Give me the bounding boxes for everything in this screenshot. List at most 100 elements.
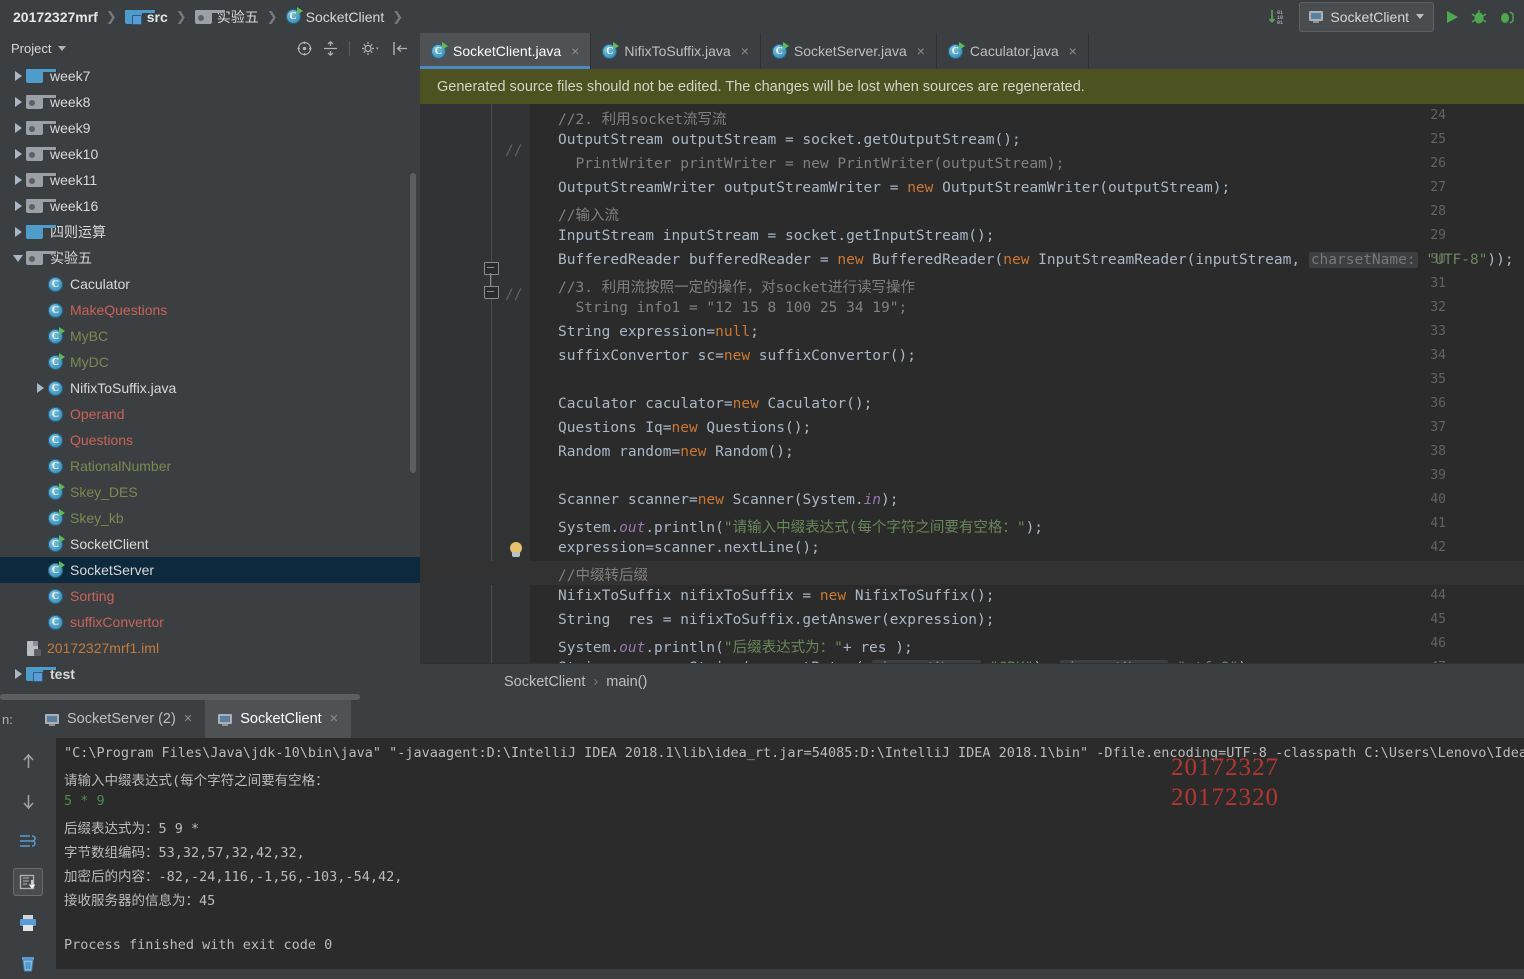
chevron-down-icon[interactable] bbox=[58, 45, 67, 51]
console-output[interactable]: "C:\Program Files\Java\jdk-10\bin\java" … bbox=[56, 738, 1524, 969]
console-tab-socketserver-2-[interactable]: SocketServer (2) × bbox=[32, 700, 205, 738]
sort-number-icon[interactable]: 01 10 01 bbox=[1268, 8, 1290, 26]
down-arrow-icon[interactable] bbox=[14, 788, 42, 814]
code-line[interactable]: //3. 利用流按照一定的操作，对socket进行读写操作 bbox=[558, 276, 915, 297]
project-tree-vertical-scrollbar[interactable] bbox=[410, 173, 416, 473]
chevron-right-icon[interactable] bbox=[10, 123, 26, 133]
editor-tab-socketserver-java[interactable]: SocketServer.java × bbox=[761, 33, 937, 69]
up-arrow-icon[interactable] bbox=[14, 748, 42, 774]
editor-tab-caculator-java[interactable]: Caculator.java × bbox=[937, 33, 1089, 69]
code-line[interactable]: NifixToSuffix nifixToSuffix = new NifixT… bbox=[558, 588, 995, 604]
editor-gutter[interactable] bbox=[420, 104, 530, 700]
tree-item-week9[interactable]: week9 bbox=[0, 115, 420, 141]
code-line[interactable]: //输入流 bbox=[558, 204, 619, 225]
chevron-right-icon[interactable] bbox=[10, 71, 26, 81]
chevron-right-icon[interactable] bbox=[10, 97, 26, 107]
tree-item-[interactable]: 四则运算 bbox=[0, 219, 420, 245]
breadcrumb-item-project[interactable]: 20172327mrf bbox=[10, 7, 101, 27]
code-line[interactable]: String info1 = "12 15 8 100 25 34 19"; bbox=[558, 300, 907, 316]
close-icon[interactable]: × bbox=[917, 43, 925, 59]
code-lines[interactable]: //2. 利用socket流写流 OutputStream outputStrea… bbox=[420, 104, 1524, 700]
debug-icon[interactable] bbox=[1470, 8, 1488, 26]
intention-bulb-icon[interactable] bbox=[508, 542, 524, 559]
print-icon[interactable] bbox=[14, 910, 42, 936]
close-icon[interactable]: × bbox=[1069, 43, 1077, 59]
breadcrumb-item-src[interactable]: src bbox=[122, 7, 171, 27]
code-line[interactable]: Caculator caculator=new Caculator(); bbox=[558, 396, 872, 412]
code-line[interactable]: String expression=null; bbox=[558, 324, 759, 340]
tree-item-skey_des[interactable]: Skey_DES bbox=[0, 479, 420, 505]
scroll-to-end-icon[interactable] bbox=[13, 868, 43, 896]
code-line[interactable]: System.out.println("请输入中缀表达式(每个字符之间要有空格：… bbox=[558, 516, 1043, 537]
tree-item-week10[interactable]: week10 bbox=[0, 141, 420, 167]
tree-item-skey_kb[interactable]: Skey_kb bbox=[0, 505, 420, 531]
chevron-right-icon[interactable] bbox=[32, 383, 48, 393]
tree-item-week11[interactable]: week11 bbox=[0, 167, 420, 193]
tree-item-socketserver[interactable]: SocketServer bbox=[0, 557, 420, 583]
code-line[interactable]: //2. 利用socket流写流 bbox=[558, 108, 727, 129]
close-icon[interactable]: × bbox=[571, 43, 579, 59]
code-line[interactable]: Random random=new Random(); bbox=[558, 444, 794, 460]
tree-item-suffixconvertor[interactable]: suffixConvertor bbox=[0, 609, 420, 635]
code-line[interactable]: Scanner scanner=new Scanner(System.in); bbox=[558, 492, 899, 508]
run-icon[interactable] bbox=[1443, 8, 1461, 26]
tree-item-nifixtosuffixjava[interactable]: NifixToSuffix.java bbox=[0, 375, 420, 401]
code-line[interactable]: OutputStreamWriter outputStreamWriter = … bbox=[558, 180, 1230, 196]
tree-item-mybc[interactable]: MyBC bbox=[0, 323, 420, 349]
editor-area: SocketClient.java×NifixToSuffix.java×Soc… bbox=[420, 33, 1524, 700]
tree-item-questions[interactable]: Questions bbox=[0, 427, 420, 453]
breadcrumb-class[interactable]: SocketClient bbox=[504, 674, 585, 690]
code-line[interactable]: PrintWriter printWriter = new PrintWrite… bbox=[558, 156, 1064, 172]
tree-item-sorting[interactable]: Sorting bbox=[0, 583, 420, 609]
close-icon[interactable]: × bbox=[330, 711, 338, 727]
soft-wrap-icon[interactable] bbox=[14, 828, 42, 854]
chevron-right-icon[interactable] bbox=[10, 149, 26, 159]
tree-item-test[interactable]: test bbox=[0, 661, 420, 687]
tree-item-week16[interactable]: week16 bbox=[0, 193, 420, 219]
project-tree[interactable]: week7 week8 week9 week10 week11 week16 四则运算 实验五… bbox=[0, 63, 420, 688]
code-viewport[interactable]: 2425262728293031323334353637383940414243… bbox=[420, 104, 1524, 700]
console-tab-socketclient[interactable]: SocketClient × bbox=[205, 700, 352, 738]
chevron-down-icon[interactable] bbox=[10, 254, 26, 262]
collapse-all-icon[interactable] bbox=[323, 40, 338, 56]
chevron-right-icon[interactable] bbox=[10, 669, 26, 679]
chevron-right-icon[interactable] bbox=[10, 175, 26, 185]
tree-item-socketclient[interactable]: SocketClient bbox=[0, 531, 420, 557]
tree-item-mydc[interactable]: MyDC bbox=[0, 349, 420, 375]
trash-icon[interactable] bbox=[14, 950, 42, 976]
breadcrumb-item-package[interactable]: 实验五 bbox=[192, 5, 262, 29]
code-line[interactable]: String res = nifixToSuffix.getAnswer(exp… bbox=[558, 612, 995, 628]
locate-icon[interactable] bbox=[297, 41, 312, 56]
close-icon[interactable]: × bbox=[184, 711, 192, 727]
tree-item-operand[interactable]: Operand bbox=[0, 401, 420, 427]
code-line[interactable]: //中缀转后缀 bbox=[558, 564, 648, 585]
coverage-icon[interactable] bbox=[1497, 8, 1515, 26]
code-line[interactable]: System.out.println("后缀表达式为："+ res ); bbox=[558, 636, 913, 657]
code-line[interactable]: expression=scanner.nextLine(); bbox=[558, 540, 820, 556]
code-line[interactable]: BufferedReader bufferedReader = new Buff… bbox=[558, 252, 1514, 268]
settings-gear-icon[interactable] bbox=[361, 41, 381, 56]
tree-item-caculator[interactable]: Caculator bbox=[0, 271, 420, 297]
code-line[interactable]: InputStream inputStream = socket.getInpu… bbox=[558, 228, 995, 244]
breadcrumb-method[interactable]: main() bbox=[606, 674, 647, 690]
editor-tab-nifixtosuffix-java[interactable]: NifixToSuffix.java × bbox=[591, 33, 761, 69]
tree-item-rationalnumber[interactable]: RationalNumber bbox=[0, 453, 420, 479]
chevron-right-icon[interactable] bbox=[10, 227, 26, 237]
close-icon[interactable]: × bbox=[741, 43, 749, 59]
code-line[interactable]: OutputStream outputStream = socket.getOu… bbox=[558, 132, 1021, 148]
fold-end-icon[interactable] bbox=[484, 286, 499, 299]
editor-tab-bar[interactable]: SocketClient.java×NifixToSuffix.java×Soc… bbox=[420, 33, 1524, 69]
run-configuration-selector[interactable]: SocketClient bbox=[1299, 1, 1434, 32]
chevron-right-icon[interactable] bbox=[10, 201, 26, 211]
editor-tab-socketclient-java[interactable]: SocketClient.java × bbox=[420, 33, 592, 69]
tree-item-makequestions[interactable]: MakeQuestions bbox=[0, 297, 420, 323]
code-line[interactable]: Questions Iq=new Questions(); bbox=[558, 420, 811, 436]
hide-panel-icon[interactable] bbox=[392, 41, 409, 56]
tree-item-week7[interactable]: week7 bbox=[0, 63, 420, 89]
code-line[interactable]: suffixConvertor sc=new suffixConvertor()… bbox=[558, 348, 916, 364]
tree-item-[interactable]: 实验五 bbox=[0, 245, 420, 271]
tree-item-week8[interactable]: week8 bbox=[0, 89, 420, 115]
fold-collapse-icon[interactable] bbox=[484, 262, 499, 275]
breadcrumb-item-class[interactable]: SocketClient bbox=[283, 7, 388, 27]
tree-item-20172327mrf1iml[interactable]: 20172327mrf1.iml bbox=[0, 635, 420, 661]
